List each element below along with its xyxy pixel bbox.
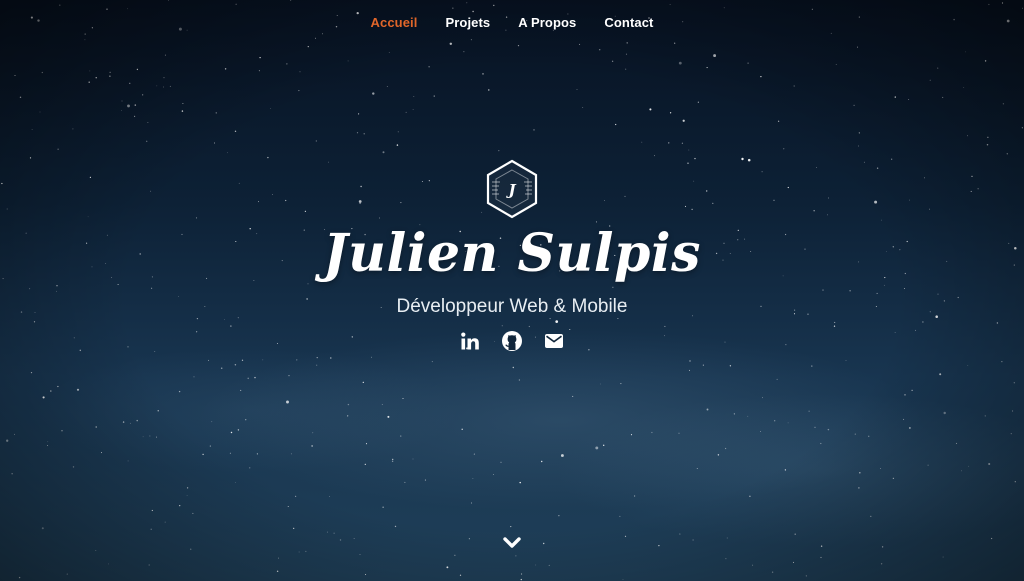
hero-section: J Julien Sulpis Développeur Web & Mobile: [0, 158, 1024, 352]
chevron-down-icon[interactable]: [502, 534, 522, 552]
top-navigation: Accueil Projets A Propos Contact: [0, 0, 1024, 44]
nav-item-a-propos[interactable]: A Propos: [518, 15, 576, 30]
github-link[interactable]: [501, 330, 523, 352]
nav-item-projets[interactable]: Projets: [445, 15, 490, 30]
hexagon-logo-icon: J: [486, 159, 538, 219]
hero-page: Accueil Projets A Propos Contact J Julie…: [0, 0, 1024, 581]
email-icon: [545, 334, 563, 348]
email-link[interactable]: [543, 330, 565, 352]
linkedin-icon: [461, 332, 479, 350]
social-links: [459, 330, 565, 352]
github-icon: [502, 331, 522, 351]
nav-item-contact[interactable]: Contact: [604, 15, 653, 30]
nav-item-accueil[interactable]: Accueil: [371, 15, 418, 30]
hero-subtitle: Développeur Web & Mobile: [396, 296, 628, 317]
linkedin-link[interactable]: [459, 330, 481, 352]
hero-name: Julien Sulpis: [323, 223, 701, 284]
